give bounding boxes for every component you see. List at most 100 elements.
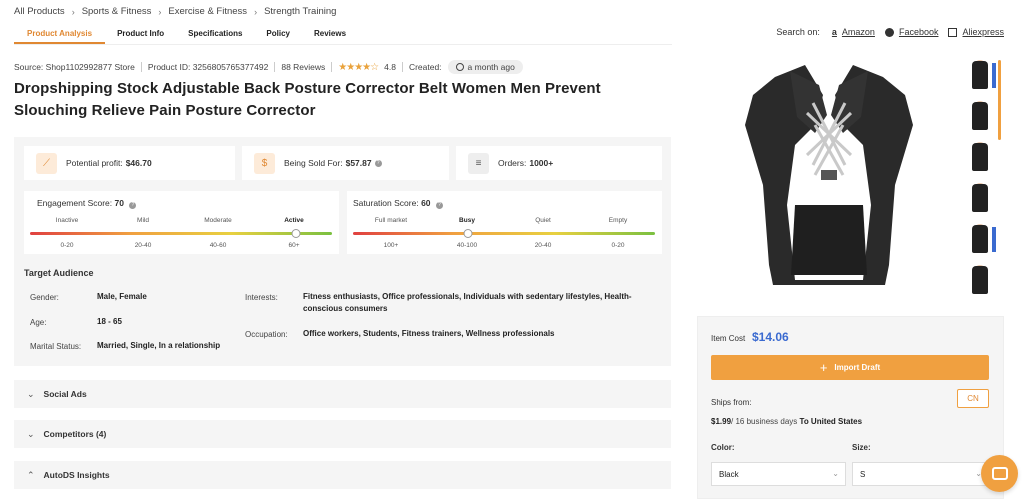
breadcrumb-sports-fitness[interactable]: Sports & Fitness <box>82 6 152 17</box>
chevron-right-icon: › <box>71 6 75 17</box>
search-on-bar: Search on: a Amazon Facebook Aliexpress <box>776 27 1004 37</box>
saturation-score-card: Saturation Score: 60 ? Full market Busy … <box>347 191 662 254</box>
engagement-score-value: 70 <box>114 198 124 208</box>
thumbnail-4[interactable] <box>963 180 996 217</box>
import-draft-label: Import Draft <box>834 363 881 372</box>
receipt-icon: ≡ <box>468 152 489 174</box>
engagement-range-1: 20-40 <box>134 242 152 249</box>
help-icon[interactable]: ? <box>435 202 443 209</box>
created-value: a month ago <box>467 62 515 72</box>
saturation-level-marker <box>463 229 473 238</box>
aliexpress-icon <box>948 27 958 37</box>
import-draft-button[interactable]: + Import Draft <box>711 355 989 380</box>
chevron-down-icon: ⌄ <box>27 388 35 399</box>
aliexpress-link-label: Aliexpress <box>962 27 1004 37</box>
breadcrumb-all-products[interactable]: All Products <box>14 6 65 17</box>
occupation-label: Occupation: <box>245 330 288 339</box>
social-ads-label: Social Ads <box>43 389 87 399</box>
potential-profit-label: Potential profit: <box>66 158 123 168</box>
source-store[interactable]: Source: Shop1102992877 Store <box>14 62 135 72</box>
aliexpress-link[interactable]: Aliexpress <box>948 27 1004 37</box>
breadcrumb-strength-training[interactable]: Strength Training <box>264 6 336 17</box>
facebook-link[interactable]: Facebook <box>884 27 939 37</box>
shipping-days: / 16 business days <box>731 417 798 426</box>
thumbnail-1[interactable] <box>963 57 996 94</box>
analysis-panel: ⟋ Potential profit: $46.70 $ Being Sold … <box>14 137 671 366</box>
help-icon[interactable]: ? <box>129 202 137 209</box>
marital-status-label: Marital Status: <box>30 342 82 351</box>
autods-insights-label: AutoDS Insights <box>43 470 110 480</box>
thumbnail-3[interactable] <box>963 139 996 176</box>
engagement-level-moderate: Moderate <box>204 217 232 224</box>
tab-specifications[interactable]: Specifications <box>188 24 242 44</box>
ships-from-label: Ships from: <box>711 398 752 407</box>
sold-for-value: $57.87 <box>345 158 372 168</box>
saturation-level-empty: Empty <box>608 217 628 224</box>
breadcrumb-exercise-fitness[interactable]: Exercise & Fitness <box>168 6 247 17</box>
chevron-down-icon: ⌄ <box>832 469 839 478</box>
chat-button[interactable] <box>981 455 1018 492</box>
tab-policy[interactable]: Policy <box>266 24 290 44</box>
autods-insights-section[interactable]: ⌃ AutoDS Insights <box>14 461 671 489</box>
engagement-level-marker <box>291 229 301 238</box>
engagement-range-2: 40-60 <box>209 242 227 249</box>
product-meta: Source: Shop1102992877 Store Product ID:… <box>14 60 523 74</box>
social-ads-section[interactable]: ⌄ Social Ads <box>14 380 671 408</box>
rating-value: 4.8 <box>384 62 396 72</box>
review-count[interactable]: 88 Reviews <box>281 62 325 72</box>
orders-value: 1000+ <box>529 158 554 168</box>
shipping-info: $1.99/ 16 business days To United States <box>711 417 862 426</box>
chevron-down-icon: ⌄ <box>27 428 35 439</box>
chevron-right-icon: › <box>254 6 258 17</box>
engagement-gradient-bar <box>30 232 332 235</box>
thumbnail-5[interactable] <box>963 221 996 258</box>
thumbnail-6[interactable] <box>963 262 996 299</box>
divider <box>331 62 333 72</box>
orders-card: ≡ Orders: 1000+ <box>456 146 662 180</box>
breadcrumb: All Products › Sports & Fitness › Exerci… <box>14 6 336 17</box>
size-label: Size: <box>852 443 871 452</box>
age-value: 18 - 65 <box>97 317 122 326</box>
tab-bar: Product Analysis Product Info Specificat… <box>14 24 370 44</box>
saturation-range-3: 0-20 <box>611 242 625 249</box>
facebook-link-label: Facebook <box>898 27 939 37</box>
clock-icon <box>455 63 464 71</box>
amazon-link[interactable]: a Amazon <box>832 27 875 37</box>
thumbnail-scrollbar[interactable] <box>998 60 1001 140</box>
engagement-score-label: Engagement Score: <box>37 198 113 208</box>
amazon-icon: a <box>831 26 837 37</box>
competitors-label: Competitors (4) <box>43 429 107 439</box>
amazon-link-label: Amazon <box>841 27 875 37</box>
item-cost-value: $14.06 <box>752 330 789 344</box>
potential-profit-value: $46.70 <box>125 158 152 168</box>
tab-reviews[interactable]: Reviews <box>314 24 346 44</box>
plus-icon: + <box>819 360 828 375</box>
tab-product-analysis[interactable]: Product Analysis <box>14 24 106 44</box>
thumbnail-2[interactable] <box>963 98 996 135</box>
tab-product-info[interactable]: Product Info <box>117 24 164 44</box>
help-icon[interactable]: ? <box>374 159 382 167</box>
chevron-up-icon: ⌃ <box>27 469 35 480</box>
marital-status-value: Married, Single, In a relationship <box>97 341 221 350</box>
saturation-level-busy: Busy <box>459 217 475 224</box>
facebook-icon <box>884 27 894 37</box>
engagement-level-inactive: Inactive <box>55 217 79 224</box>
size-select[interactable]: S ⌄ <box>852 462 989 486</box>
chat-bubble-icon <box>991 467 1008 480</box>
tab-divider <box>14 44 672 45</box>
target-audience-heading: Target Audience <box>24 268 94 278</box>
color-select[interactable]: Black ⌄ <box>711 462 846 486</box>
gender-value: Male, Female <box>97 292 147 301</box>
shipping-price: $1.99 <box>711 417 732 426</box>
competitors-section[interactable]: ⌄ Competitors (4) <box>14 420 671 448</box>
created-badge: a month ago <box>447 60 523 74</box>
thumbnail-list <box>963 57 1001 303</box>
engagement-range-0: 0-20 <box>60 242 74 249</box>
star-rating-icon: ★★★★☆ <box>338 61 379 73</box>
sold-for-card: $ Being Sold For: $57.87 ? <box>242 146 449 180</box>
saturation-level-quiet: Quiet <box>535 217 551 224</box>
saturation-range-2: 20-40 <box>534 242 552 249</box>
ships-from-option-cn[interactable]: CN <box>957 389 989 408</box>
interests-label: Interests: <box>245 293 278 302</box>
sold-for-label: Being Sold For: <box>284 158 343 168</box>
